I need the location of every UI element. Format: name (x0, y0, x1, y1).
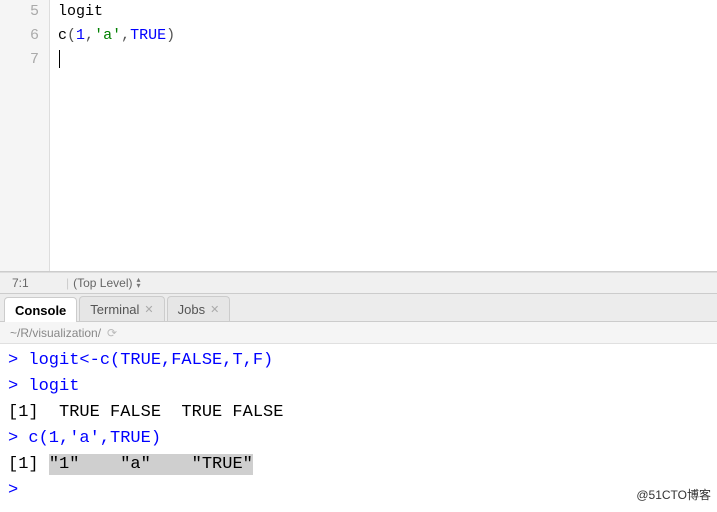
code-area[interactable]: logit c(1,'a',TRUE) (50, 0, 717, 271)
text-cursor (59, 50, 60, 68)
line-number: 7 (0, 48, 39, 72)
selected-text: "1" "a" "TRUE" (49, 454, 253, 475)
line-number: 6 (0, 24, 39, 48)
cursor-position: 7:1 (12, 276, 62, 290)
console-line: > logit<-c(TRUE,FALSE,T,F) (8, 348, 709, 374)
code-line[interactable] (58, 48, 717, 72)
line-gutter: 5 6 7 (0, 0, 50, 271)
working-directory-path: ~/R/visualization/ (10, 326, 101, 340)
tab-terminal[interactable]: Terminal ✕ (79, 296, 164, 321)
r-console[interactable]: > logit<-c(TRUE,FALSE,T,F) > logit [1] T… (0, 344, 717, 512)
source-editor[interactable]: 5 6 7 logit c(1,'a',TRUE) (0, 0, 717, 272)
updown-icon: ▴▾ (137, 277, 141, 289)
console-prompt[interactable]: > (8, 478, 709, 504)
console-output: [1] TRUE FALSE TRUE FALSE (8, 400, 709, 426)
editor-statusbar: 7:1 | (Top Level) ▴▾ (0, 272, 717, 294)
refresh-icon[interactable]: ⟳ (107, 326, 117, 340)
line-number: 5 (0, 0, 39, 24)
working-directory-bar[interactable]: ~/R/visualization/ ⟳ (0, 322, 717, 344)
scope-selector[interactable]: (Top Level) ▴▾ (73, 276, 140, 290)
code-line[interactable]: c(1,'a',TRUE) (58, 24, 717, 48)
tab-jobs[interactable]: Jobs ✕ (167, 296, 231, 321)
console-tabs: Console Terminal ✕ Jobs ✕ (0, 294, 717, 322)
watermark: @51CTO博客 (636, 486, 711, 503)
console-output: [1] "1" "a" "TRUE" (8, 452, 709, 478)
console-line: > logit (8, 374, 709, 400)
close-icon[interactable]: ✕ (144, 303, 153, 316)
console-line: > c(1,'a',TRUE) (8, 426, 709, 452)
close-icon[interactable]: ✕ (210, 303, 219, 316)
code-line[interactable]: logit (58, 0, 717, 24)
tab-console[interactable]: Console (4, 297, 77, 322)
